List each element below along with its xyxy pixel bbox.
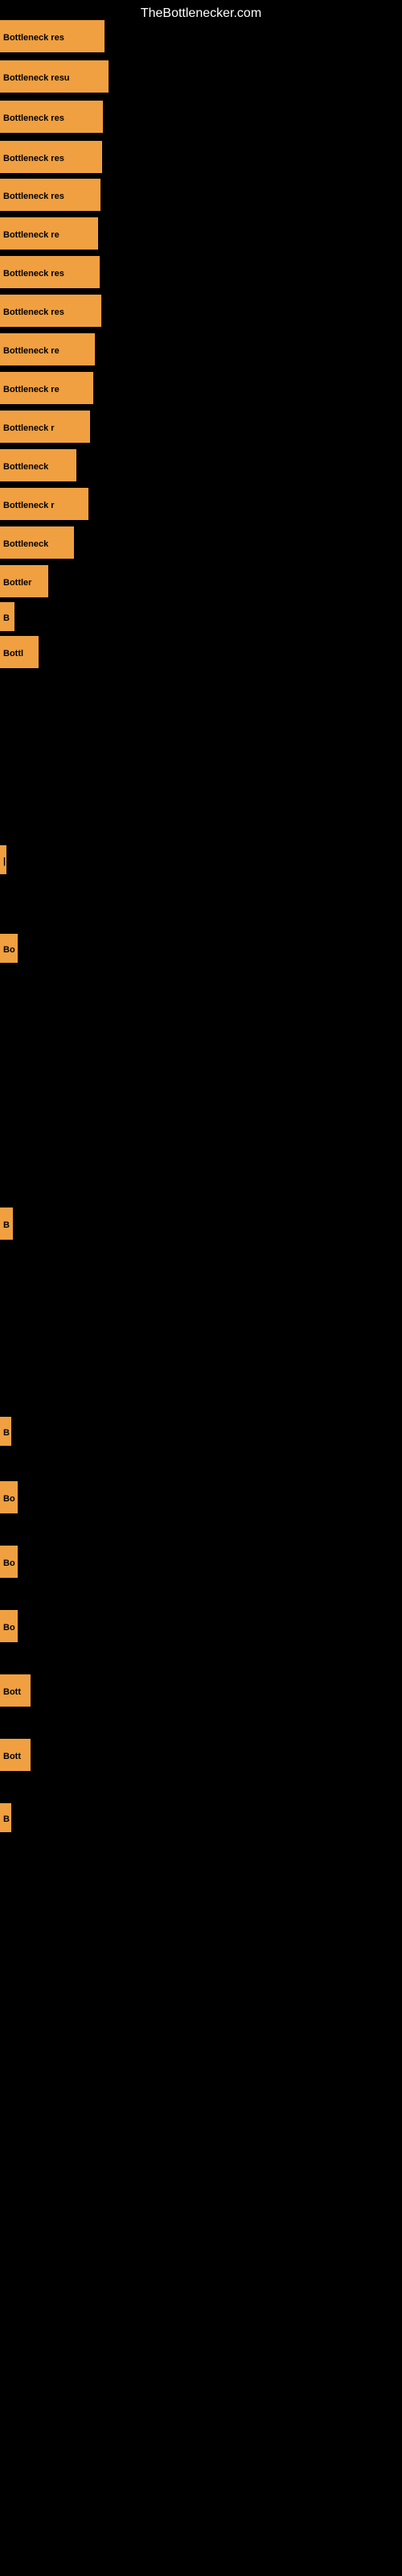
bar-item: B xyxy=(0,602,14,631)
bar-label: Bottleneck re xyxy=(0,217,98,250)
bar-item: Bo xyxy=(0,934,18,963)
bar-label: B xyxy=(0,1208,13,1240)
bar-label: Bo xyxy=(0,934,18,963)
bar-label: Bottl xyxy=(0,636,39,668)
bar-label: Bo xyxy=(0,1481,18,1513)
bar-item: Bottleneck re xyxy=(0,372,93,404)
bar-label: Bottleneck res xyxy=(0,256,100,288)
bar-label: Bo xyxy=(0,1546,18,1578)
bar-item: | xyxy=(0,845,6,874)
bar-label: Bottler xyxy=(0,565,48,597)
bar-label: Bottleneck r xyxy=(0,411,90,443)
bar-item: Bottleneck res xyxy=(0,256,100,288)
bar-label: Bottleneck re xyxy=(0,372,93,404)
bar-label: Bottleneck res xyxy=(0,179,100,211)
bar-label: Bottleneck xyxy=(0,526,74,559)
bar-item: B xyxy=(0,1417,11,1446)
bar-label: Bottleneck r xyxy=(0,488,88,520)
bar-label: Bo xyxy=(0,1610,18,1642)
bar-item: B xyxy=(0,1803,11,1832)
bar-label: Bottleneck res xyxy=(0,101,103,133)
bar-item: Bott xyxy=(0,1739,31,1771)
bar-item: Bo xyxy=(0,1610,18,1642)
bar-label: | xyxy=(0,845,6,874)
bar-item: B xyxy=(0,1208,13,1240)
bar-item: Bottleneck re xyxy=(0,217,98,250)
bar-item: Bottler xyxy=(0,565,48,597)
bar-item: Bottleneck res xyxy=(0,20,105,52)
bar-label: B xyxy=(0,1803,11,1832)
bar-item: Bo xyxy=(0,1481,18,1513)
bar-label: Bott xyxy=(0,1739,31,1771)
bar-item: Bottleneck r xyxy=(0,488,88,520)
bar-item: Bottleneck res xyxy=(0,179,100,211)
bar-label: Bottleneck res xyxy=(0,295,101,327)
bar-label: Bottleneck res xyxy=(0,20,105,52)
bar-item: Bo xyxy=(0,1546,18,1578)
bar-item: Bottleneck r xyxy=(0,411,90,443)
bar-item: Bottleneck resu xyxy=(0,60,109,93)
bar-label: Bottleneck re xyxy=(0,333,95,365)
bar-label: Bottleneck res xyxy=(0,141,102,173)
bar-item: Bottleneck res xyxy=(0,295,101,327)
bar-item: Bottleneck xyxy=(0,526,74,559)
bar-item: Bott xyxy=(0,1674,31,1707)
bar-item: Bottleneck res xyxy=(0,141,102,173)
bar-item: Bottleneck xyxy=(0,449,76,481)
bar-label: B xyxy=(0,1417,11,1446)
bar-label: B xyxy=(0,602,14,631)
bar-label: Bott xyxy=(0,1674,31,1707)
bar-label: Bottleneck resu xyxy=(0,60,109,93)
bar-item: Bottleneck res xyxy=(0,101,103,133)
bar-item: Bottl xyxy=(0,636,39,668)
bar-label: Bottleneck xyxy=(0,449,76,481)
bar-item: Bottleneck re xyxy=(0,333,95,365)
